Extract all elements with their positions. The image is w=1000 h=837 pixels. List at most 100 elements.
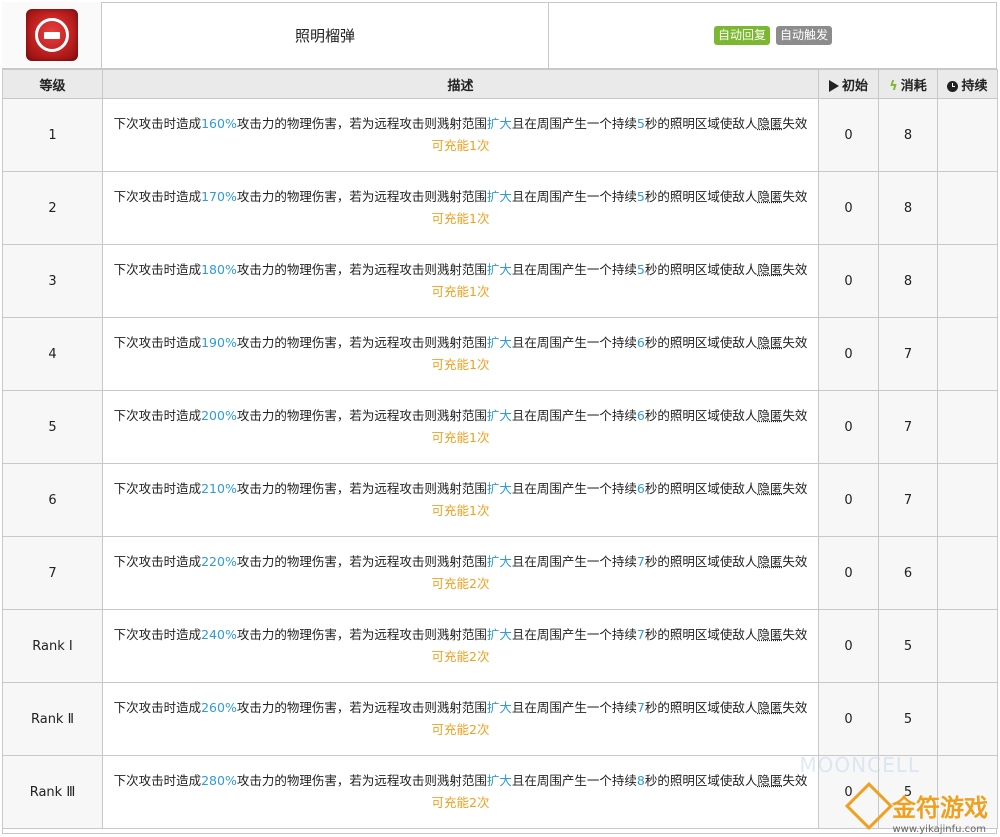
table-row: 6 下次攻击时造成210%攻击力的物理伤害，若为远程攻击则溅射范围扩大且在周围产生…	[2, 463, 998, 537]
zone-seconds: 7	[636, 553, 645, 569]
duration-cell	[937, 244, 998, 318]
charge-text: 可充能1次	[431, 284, 490, 299]
initial-sp-cell: 0	[818, 536, 879, 610]
hidden-keyword: 隐匿	[757, 407, 783, 423]
description-cell: 下次攻击时造成280%攻击力的物理伤害，若为远程攻击则溅射范围扩大且在周围产生一…	[102, 755, 819, 829]
skill-name: 照明榴弹	[102, 2, 549, 68]
watermark-faint-text: MOONCELL	[799, 753, 920, 777]
initial-sp-cell: 0	[818, 390, 879, 464]
damage-percent: 190%	[201, 334, 237, 350]
col-header-level: 等级	[2, 69, 103, 99]
expand-keyword: 扩大	[486, 334, 512, 350]
charge-text: 可充能2次	[431, 649, 490, 664]
zone-seconds: 5	[636, 115, 645, 131]
charge-text: 可充能2次	[431, 795, 490, 810]
duration-cell	[937, 317, 998, 391]
damage-percent: 280%	[201, 772, 237, 788]
description-cell: 下次攻击时造成200%攻击力的物理伤害，若为远程攻击则溅射范围扩大且在周围产生一…	[102, 390, 819, 464]
hidden-keyword: 隐匿	[757, 626, 783, 642]
sp-cost-cell: 7	[878, 463, 938, 537]
sp-cost-cell: 7	[878, 317, 938, 391]
level-cell: 1	[2, 98, 103, 172]
level-cell: Rank Ⅰ	[2, 609, 103, 683]
sp-cost-cell: 8	[878, 244, 938, 318]
sp-cost-cell: 7	[878, 390, 938, 464]
hidden-keyword: 隐匿	[757, 334, 783, 350]
duration-cell	[937, 536, 998, 610]
level-cell: 5	[2, 390, 103, 464]
initial-sp-cell: 0	[818, 244, 879, 318]
level-cell: 2	[2, 171, 103, 245]
damage-percent: 210%	[201, 480, 237, 496]
zone-seconds: 7	[636, 626, 645, 642]
table-row: 1 下次攻击时造成160%攻击力的物理伤害，若为远程攻击则溅射范围扩大且在周围产生…	[2, 98, 998, 172]
expand-keyword: 扩大	[486, 699, 512, 715]
description-cell: 下次攻击时造成260%攻击力的物理伤害，若为远程攻击则溅射范围扩大且在周围产生一…	[102, 682, 819, 756]
level-cell: Rank Ⅱ	[2, 682, 103, 756]
charge-text: 可充能1次	[431, 357, 490, 372]
sp-cost-cell: 6	[878, 536, 938, 610]
table-row: Rank Ⅰ 下次攻击时造成240%攻击力的物理伤害，若为远程攻击则溅射范围扩大且…	[2, 609, 998, 683]
damage-percent: 160%	[201, 115, 237, 131]
col-header-description: 描述	[102, 69, 819, 99]
initial-sp-cell: 0	[818, 463, 879, 537]
expand-keyword: 扩大	[486, 188, 512, 204]
watermark-url: www.yikajinfu.com	[892, 824, 986, 835]
expand-keyword: 扩大	[486, 115, 512, 131]
description-cell: 下次攻击时造成180%攻击力的物理伤害，若为远程攻击则溅射范围扩大且在周围产生一…	[102, 244, 819, 318]
description-cell: 下次攻击时造成240%攻击力的物理伤害，若为远程攻击则溅射范围扩大且在周围产生一…	[102, 609, 819, 683]
level-cell: 7	[2, 536, 103, 610]
zone-seconds: 6	[636, 407, 645, 423]
table-row: 4 下次攻击时造成190%攻击力的物理伤害，若为远程攻击则溅射范围扩大且在周围产生…	[2, 317, 998, 391]
sp-cost-cell: 5	[878, 682, 938, 756]
flare-grenade-skill-icon	[25, 9, 78, 61]
initial-sp-cell: 0	[818, 98, 879, 172]
table-row: 3 下次攻击时造成180%攻击力的物理伤害，若为远程攻击则溅射范围扩大且在周围产生…	[2, 244, 998, 318]
col-header-duration: 持续	[937, 69, 998, 99]
duration-cell	[937, 609, 998, 683]
expand-keyword: 扩大	[486, 480, 512, 496]
lightning-bolt-icon: ϟ	[889, 78, 898, 94]
initial-sp-cell: 0	[818, 609, 879, 683]
level-cell: 4	[2, 317, 103, 391]
damage-percent: 260%	[201, 699, 237, 715]
hidden-keyword: 隐匿	[757, 480, 783, 496]
initial-sp-cell: 0	[818, 171, 879, 245]
damage-percent: 170%	[201, 188, 237, 204]
damage-percent: 240%	[201, 626, 237, 642]
hidden-keyword: 隐匿	[757, 115, 783, 131]
table-row: Rank Ⅱ 下次攻击时造成260%攻击力的物理伤害，若为远程攻击则溅射范围扩大且…	[2, 682, 998, 756]
tag-auto-trigger: 自动触发	[776, 25, 833, 45]
duration-cell	[937, 390, 998, 464]
charge-text: 可充能1次	[431, 503, 490, 518]
level-cell: 6	[2, 463, 103, 537]
hidden-keyword: 隐匿	[757, 261, 783, 277]
watermark-brand: 金符游戏	[892, 794, 988, 822]
charge-text: 可充能1次	[431, 138, 490, 153]
hidden-keyword: 隐匿	[757, 699, 783, 715]
col-header-cost: ϟ 消耗	[878, 69, 938, 99]
watermark-diamond-icon	[844, 781, 894, 830]
description-cell: 下次攻击时造成220%攻击力的物理伤害，若为远程攻击则溅射范围扩大且在周围产生一…	[102, 536, 819, 610]
skill-level-table: 等级 描述 初始 ϟ 消耗 持续 1 下次攻击时造成160%攻击力的物理伤害，若为远…	[2, 69, 998, 829]
expand-keyword: 扩大	[486, 407, 512, 423]
damage-percent: 200%	[201, 407, 237, 423]
description-cell: 下次攻击时造成190%攻击力的物理伤害，若为远程攻击则溅射范围扩大且在周围产生一…	[102, 317, 819, 391]
hidden-keyword: 隐匿	[757, 772, 783, 788]
charge-text: 可充能1次	[431, 211, 490, 226]
clock-icon	[947, 80, 959, 92]
sp-cost-cell: 8	[878, 171, 938, 245]
description-cell: 下次攻击时造成160%攻击力的物理伤害，若为远程攻击则溅射范围扩大且在周围产生一…	[102, 98, 819, 172]
expand-keyword: 扩大	[486, 772, 512, 788]
damage-percent: 180%	[201, 261, 237, 277]
hidden-keyword: 隐匿	[757, 553, 783, 569]
duration-cell	[937, 171, 998, 245]
skill-header-row: 照明榴弹 自动回复 自动触发	[2, 2, 997, 69]
description-cell: 下次攻击时造成170%攻击力的物理伤害，若为远程攻击则溅射范围扩大且在周围产生一…	[102, 171, 819, 245]
zone-seconds: 5	[636, 261, 645, 277]
play-triangle-icon	[828, 80, 839, 92]
duration-cell	[937, 463, 998, 537]
description-cell: 下次攻击时造成210%攻击力的物理伤害，若为远程攻击则溅射范围扩大且在周围产生一…	[102, 463, 819, 537]
table-row: 7 下次攻击时造成220%攻击力的物理伤害，若为远程攻击则溅射范围扩大且在周围产生…	[2, 536, 998, 610]
expand-keyword: 扩大	[486, 261, 512, 277]
